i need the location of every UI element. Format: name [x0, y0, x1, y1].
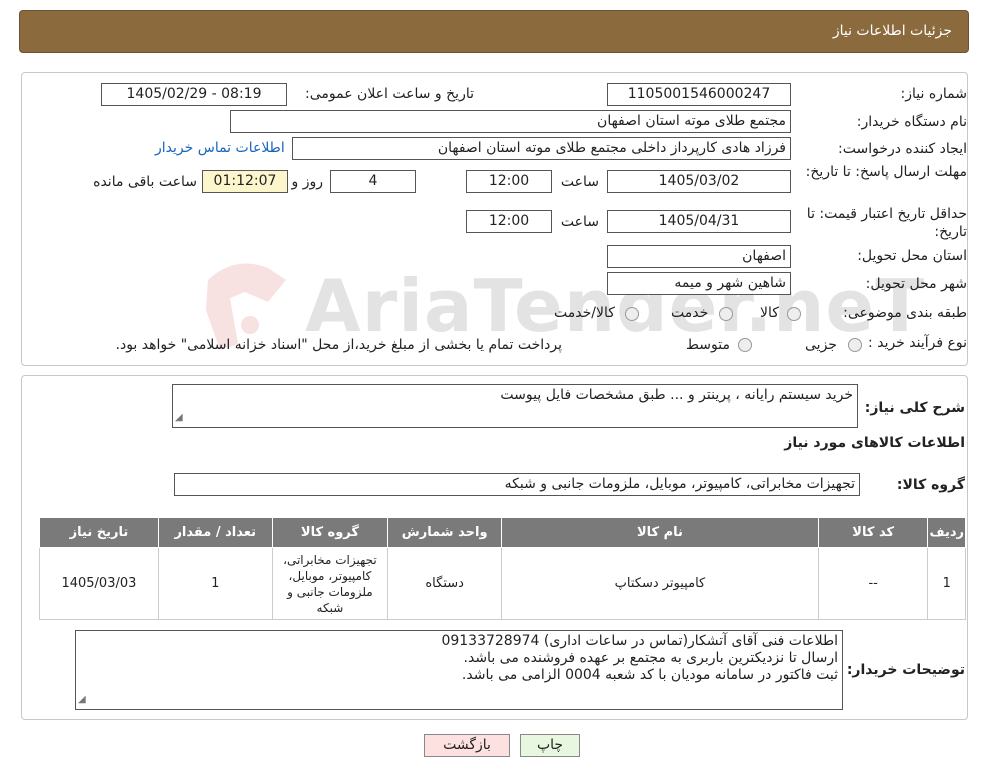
province-label: استان محل تحویل: [857, 248, 967, 264]
validity-label: حداقل تاریخ اعتبار قیمت: تا تاریخ: [806, 206, 967, 240]
buyer-org-label: نام دستگاه خریدار: [856, 114, 967, 130]
resize-grip-icon[interactable]: ◢ [175, 409, 183, 426]
category-goods-radio[interactable] [787, 307, 801, 321]
print-button[interactable]: چاپ [520, 734, 580, 757]
cell-unit: دستگاه [387, 547, 503, 620]
remaining-label: ساعت باقی مانده [93, 174, 197, 190]
deadline-time-field: 12:00 [466, 170, 552, 193]
validity-time-label: ساعت [560, 214, 599, 230]
col-header-code: کد کالا [817, 517, 929, 548]
province-field: اصفهان [607, 245, 791, 268]
validity-date-field: 1405/04/31 [607, 210, 791, 233]
group-label: گروه کالا: [896, 477, 965, 493]
creator-label: ایجاد کننده درخواست: [838, 141, 967, 157]
buyer-org-field: مجتمع طلای موته استان اصفهان [230, 110, 791, 133]
category-goods-label: کالا [760, 305, 779, 321]
table-header-row: ردیف کد کالا نام کالا واحد شمارش گروه کا… [39, 517, 966, 548]
summary-label: شرح کلی نیاز: [864, 400, 965, 416]
group-field: تجهیزات مخابراتی، کامپیوتر، موبایل، ملزو… [174, 473, 860, 496]
category-both-radio[interactable] [625, 307, 639, 321]
process-note: پرداخت تمام یا بخشی از مبلغ خرید،از محل … [115, 337, 562, 353]
buyer-notes-line: ثبت فاکتور در سامانه مودیان با کد شعبه 0… [461, 667, 838, 683]
buyer-notes-line: ارسال تا نزدیکترین باربری به مجتمع بر عه… [463, 650, 838, 666]
buyer-notes-line: اطلاعات فنی آقای آتشکار(تماس در ساعات اد… [441, 633, 838, 649]
cell-qty: 1 [157, 547, 273, 620]
need-number-label: شماره نیاز: [900, 86, 968, 102]
category-service-radio[interactable] [719, 307, 733, 321]
cell-code: -- [817, 547, 929, 620]
col-header-row-no: ردیف [927, 517, 966, 548]
col-header-unit: واحد شمارش [387, 517, 503, 548]
process-medium-label: متوسط [686, 337, 730, 353]
page-title: جزئیات اطلاعات نیاز [832, 23, 952, 39]
col-header-name: نام کالا [501, 517, 819, 548]
deadline-label: مهلت ارسال پاسخ: تا تاریخ: [805, 164, 967, 180]
creator-field: فرزاد هادی کارپرداز داخلی مجتمع طلای موت… [292, 137, 791, 160]
category-both-label: کالا/خدمت [554, 305, 615, 321]
announce-field: 1405/02/29 - 08:19 [101, 83, 287, 106]
days-field: 4 [330, 170, 416, 193]
summary-text: خرید سیستم رایانه ، پرینتر و ... طبق مشخ… [500, 387, 853, 403]
process-label: نوع فرآیند خرید : [868, 335, 967, 351]
category-label: طبقه بندی موضوعی: [843, 305, 967, 321]
validity-time-field: 12:00 [466, 210, 552, 233]
announce-label: تاریخ و ساعت اعلان عمومی: [305, 86, 474, 102]
resize-grip-icon[interactable]: ◢ [78, 691, 86, 708]
summary-textarea[interactable]: خرید سیستم رایانه ، پرینتر و ... طبق مشخ… [172, 384, 858, 428]
buyer-notes-label: توضیحات خریدار: [846, 662, 965, 678]
items-table-wrapper: ردیف کد کالا نام کالا واحد شمارش گروه کا… [39, 517, 966, 620]
back-button[interactable]: بازگشت [424, 734, 510, 757]
deadline-time-label: ساعت [560, 174, 599, 190]
col-header-group: گروه کالا [271, 517, 389, 548]
remaining-time-field: 01:12:07 [202, 170, 288, 193]
need-number-field: 1105001546000247 [607, 83, 791, 106]
items-table: ردیف کد کالا نام کالا واحد شمارش گروه کا… [39, 517, 966, 620]
cell-date: 1405/03/03 [39, 547, 159, 620]
city-field: شاهین شهر و میمه [607, 272, 791, 295]
process-minor-label: جزیی [805, 337, 837, 353]
col-header-qty: تعداد / مقدار [157, 517, 273, 548]
page-header: جزئیات اطلاعات نیاز [19, 10, 969, 53]
deadline-date-field: 1405/03/02 [607, 170, 791, 193]
category-service-label: خدمت [671, 305, 709, 321]
city-label: شهر محل تحویل: [865, 276, 967, 292]
contact-buyer-link[interactable]: اطلاعات تماس خریدار [155, 140, 285, 156]
cell-group: تجهیزات مخابراتی، کامپیوتر، موبایل، ملزو… [271, 547, 389, 620]
buyer-notes-textarea[interactable]: اطلاعات فنی آقای آتشکار(تماس در ساعات اد… [75, 630, 843, 710]
cell-name: کامپیوتر دسکتاپ [501, 547, 819, 620]
cell-row-no: 1 [927, 547, 966, 620]
items-section-title: اطلاعات کالاهای مورد نیاز [784, 435, 965, 451]
col-header-date: تاریخ نیاز [39, 517, 159, 548]
table-row: 1 -- کامپیوتر دسکتاپ دستگاه تجهیزات مخاب… [39, 547, 966, 620]
days-label: روز و [291, 174, 324, 190]
process-medium-radio[interactable] [738, 338, 752, 352]
process-minor-radio[interactable] [848, 338, 862, 352]
